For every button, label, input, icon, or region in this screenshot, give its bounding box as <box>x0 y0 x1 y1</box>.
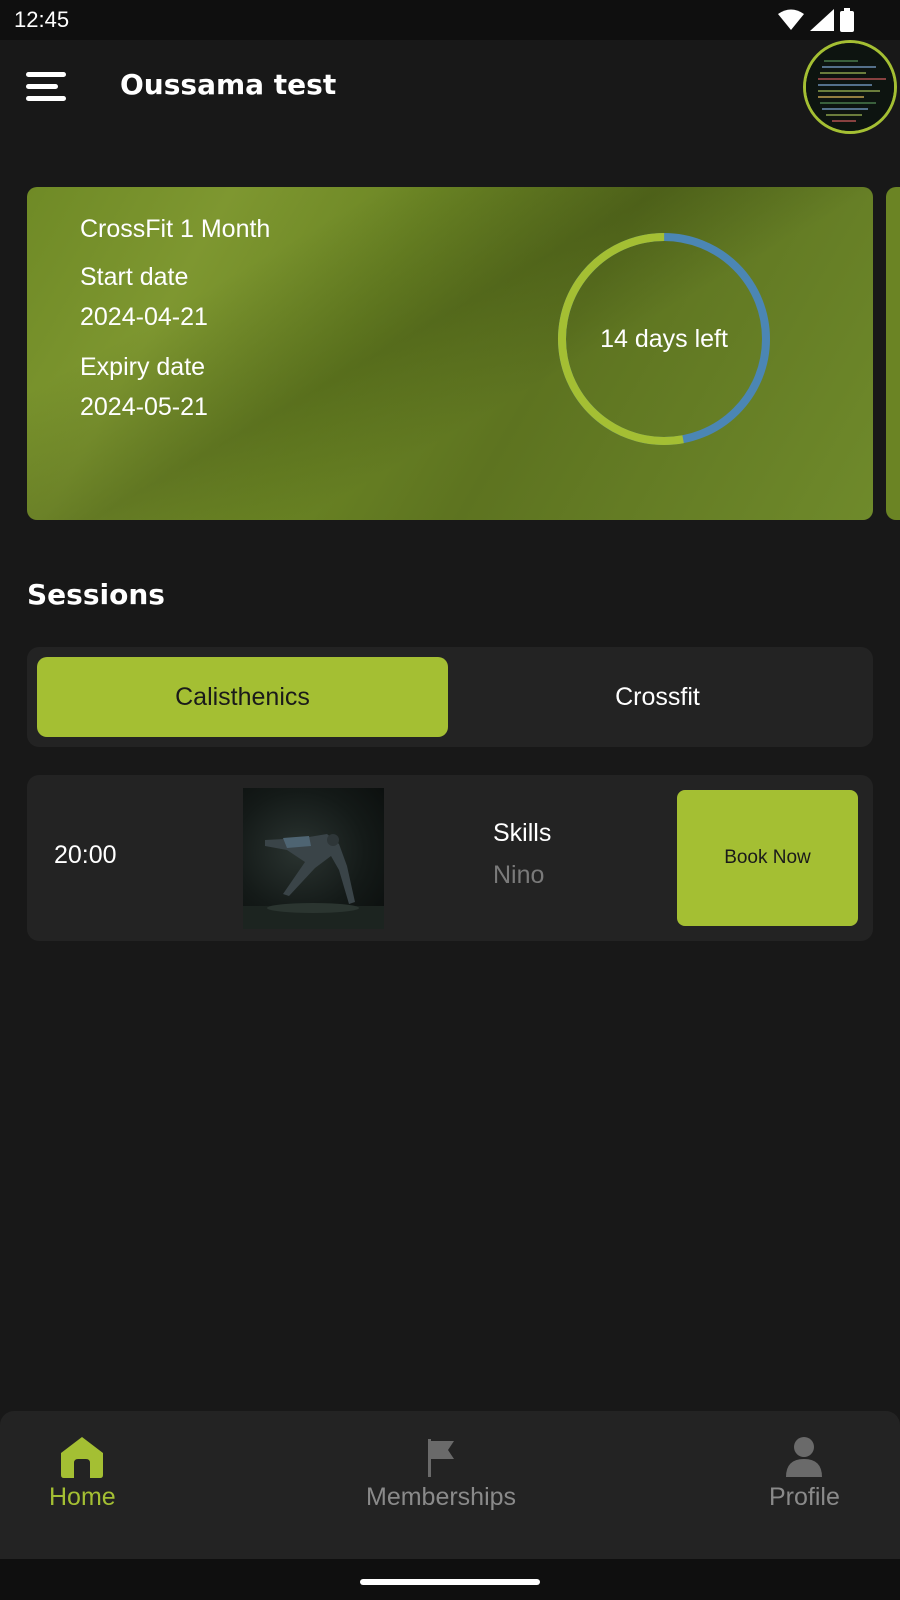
session-coach: Nino <box>493 861 545 889</box>
session-item[interactable]: 20:00 Skills Nino Book Now <box>27 775 873 941</box>
status-icons <box>778 8 854 32</box>
session-name: Skills <box>493 819 552 847</box>
nav-profile-label: Profile <box>769 1483 840 1511</box>
tab-crossfit[interactable]: Crossfit <box>452 657 863 737</box>
days-left-label: 14 days left <box>600 324 728 353</box>
session-time: 20:00 <box>54 841 117 869</box>
start-date-label: Start date <box>80 263 189 291</box>
session-image <box>243 788 384 929</box>
expiry-date-value: 2024-05-21 <box>80 393 208 421</box>
membership-card[interactable]: CrossFit 1 Month Start date 2024-04-21 E… <box>27 187 873 520</box>
nav-home[interactable]: Home <box>49 1435 116 1512</box>
sessions-title: Sessions <box>27 578 165 611</box>
start-date-value: 2024-04-21 <box>80 303 208 331</box>
battery-icon <box>840 8 854 32</box>
gesture-handle[interactable] <box>360 1579 540 1585</box>
person-icon <box>786 1437 823 1477</box>
expiry-date-label: Expiry date <box>80 353 206 381</box>
nav-profile[interactable]: Profile <box>769 1435 840 1512</box>
bottom-nav: Home Memberships Profile <box>0 1411 900 1559</box>
gesture-bar <box>0 1559 900 1600</box>
session-tabs: Calisthenics Crossfit <box>27 647 873 747</box>
nav-home-label: Home <box>49 1483 116 1511</box>
membership-plan: CrossFit 1 Month <box>80 215 271 243</box>
nav-memberships[interactable]: Memberships <box>366 1435 516 1512</box>
next-membership-card[interactable] <box>886 187 900 520</box>
menu-icon[interactable] <box>26 70 68 104</box>
avatar-image <box>806 43 894 131</box>
page-title: Oussama test <box>120 68 337 101</box>
wifi-icon <box>778 9 804 30</box>
book-now-button[interactable]: Book Now <box>677 790 858 926</box>
home-icon <box>61 1437 104 1478</box>
flag-icon <box>428 1439 455 1477</box>
athlete-figure <box>243 834 384 929</box>
status-bar: 12:45 <box>0 0 900 40</box>
nav-memberships-label: Memberships <box>366 1483 517 1511</box>
avatar[interactable] <box>803 40 897 134</box>
app-header: Oussama test <box>0 40 900 136</box>
status-time: 12:45 <box>14 7 70 32</box>
signal-icon <box>810 9 834 31</box>
tab-calisthenics[interactable]: Calisthenics <box>37 657 448 737</box>
